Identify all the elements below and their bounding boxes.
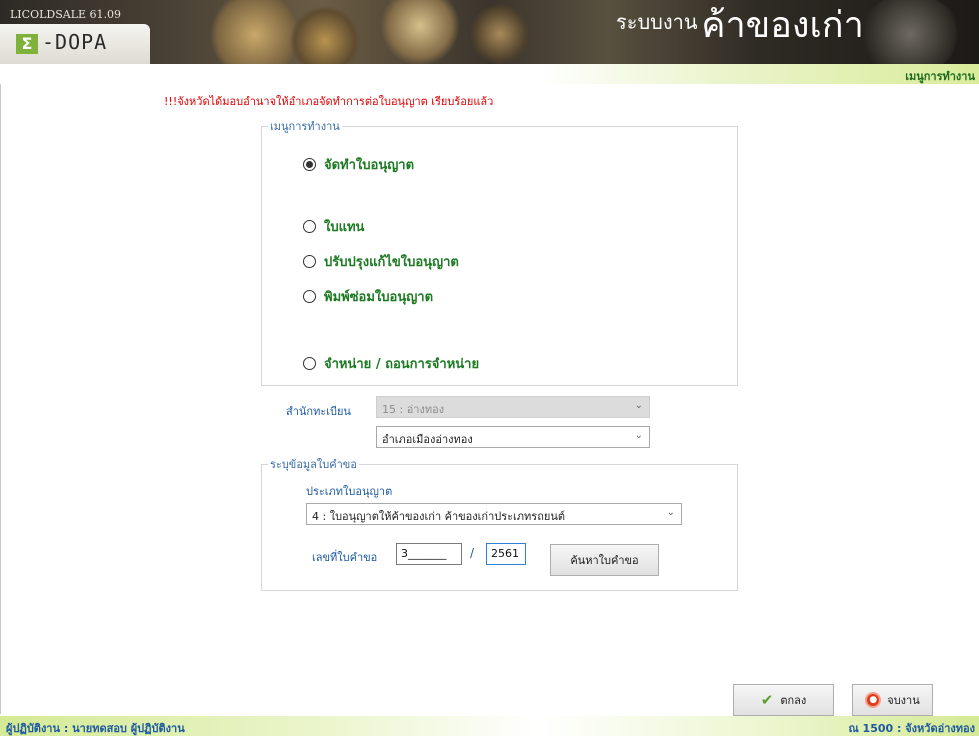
system-title-main: ค้าของเก่า	[701, 5, 864, 46]
system-title: ระบบงาน ค้าของเก่า	[616, 6, 864, 46]
ok-button[interactable]: ✔ ตกลง	[733, 684, 834, 716]
status-bar: ผู้ปฏิบัติงาน : นายทดสอบ ผู้ปฏิบัติงาน ณ…	[0, 716, 979, 736]
dopa-logo: Σ -DOPA	[0, 24, 150, 64]
chevron-down-icon: ⌄	[634, 400, 643, 411]
radio-label: ปรับปรุงแก้ไขใบอนุญาต	[324, 255, 459, 270]
logo-text: -DOPA	[42, 30, 108, 54]
search-request-button[interactable]: ค้นหาใบคำขอ	[550, 544, 659, 576]
radio-replacement[interactable]: ใบแทน	[303, 216, 364, 237]
request-info-legend: ระบุข้อมูลใบคำขอ	[270, 458, 357, 471]
district-value: อำเภอเมืองอ่างทอง	[382, 433, 473, 446]
radio-icon[interactable]	[303, 290, 316, 303]
registry-office-label: สำนักทะเบียน	[286, 405, 351, 418]
radio-dispose[interactable]: จำหน่าย / ถอนการจำหน่าย	[303, 353, 479, 374]
left-border	[0, 84, 1, 714]
district-select[interactable]: อำเภอเมืองอ่างทอง ⌄	[376, 426, 650, 448]
registry-office-value: 15 : อ่างทอง	[382, 403, 445, 416]
ok-label: ตกลง	[780, 694, 807, 707]
app-version: LICOLDSALE 61.09	[10, 8, 122, 21]
license-type-select[interactable]: 4 : ใบอนุญาตให้ค้าของเก่า ค้าของเก่าประเ…	[306, 503, 682, 525]
radio-label: ใบแทน	[324, 220, 365, 235]
radio-icon[interactable]	[303, 255, 316, 268]
app-header: LICOLDSALE 61.09 Σ -DOPA ระบบงาน ค้าของเ…	[0, 0, 979, 64]
request-year-input[interactable]: 2561	[486, 543, 526, 565]
registry-office-select: 15 : อ่างทอง ⌄	[376, 396, 650, 418]
menu-strip-label: เมนูการทำงาน	[905, 70, 975, 83]
system-title-prefix: ระบบงาน	[616, 10, 698, 34]
status-location: ณ 1500 : จังหวัดอ่างทอง	[848, 722, 975, 735]
stop-icon: ●	[865, 692, 882, 708]
search-request-label: ค้นหาใบคำขอ	[570, 554, 639, 567]
radio-issue-license[interactable]: จัดทำใบอนุญาต	[303, 154, 414, 175]
radio-reprint-license[interactable]: พิมพ์ซ่อมใบอนุญาต	[303, 286, 433, 307]
request-number-input[interactable]: 3_______	[396, 543, 462, 565]
license-type-value: 4 : ใบอนุญาตให้ค้าของเก่า ค้าของเก่าประเ…	[312, 510, 565, 523]
quit-label: จบงาน	[887, 694, 920, 707]
radio-icon[interactable]	[303, 220, 316, 233]
chevron-down-icon[interactable]: ⌄	[635, 430, 643, 441]
work-menu-legend: เมนูการทำงาน	[270, 120, 340, 133]
notice-message: !!!จังหวัดได้มอบอำนาจให้อำเภอจัดทำการต่อ…	[164, 95, 494, 108]
status-user: ผู้ปฏิบัติงาน : นายทดสอบ ผู้ปฏิบัติงาน	[6, 722, 185, 735]
sigma-logo-icon: Σ	[16, 34, 38, 54]
radio-icon[interactable]	[303, 357, 316, 370]
quit-button[interactable]: ● จบงาน	[852, 684, 933, 716]
chevron-down-icon[interactable]: ⌄	[667, 507, 675, 518]
radio-label: พิมพ์ซ่อมใบอนุญาต	[324, 290, 434, 305]
request-number-label: เลขที่ใบคำขอ	[312, 551, 378, 564]
radio-edit-license[interactable]: ปรับปรุงแก้ไขใบอนุญาต	[303, 251, 459, 272]
radio-label: จำหน่าย / ถอนการจำหน่าย	[324, 357, 480, 372]
checkmark-icon: ✔	[760, 691, 774, 709]
radio-checked-icon[interactable]	[303, 158, 316, 171]
menu-strip: เมนูการทำงาน	[0, 64, 979, 84]
radio-label: จัดทำใบอนุญาต	[324, 158, 415, 173]
license-type-label: ประเภทใบอนุญาต	[306, 485, 393, 498]
separator-slash: /	[470, 546, 475, 560]
